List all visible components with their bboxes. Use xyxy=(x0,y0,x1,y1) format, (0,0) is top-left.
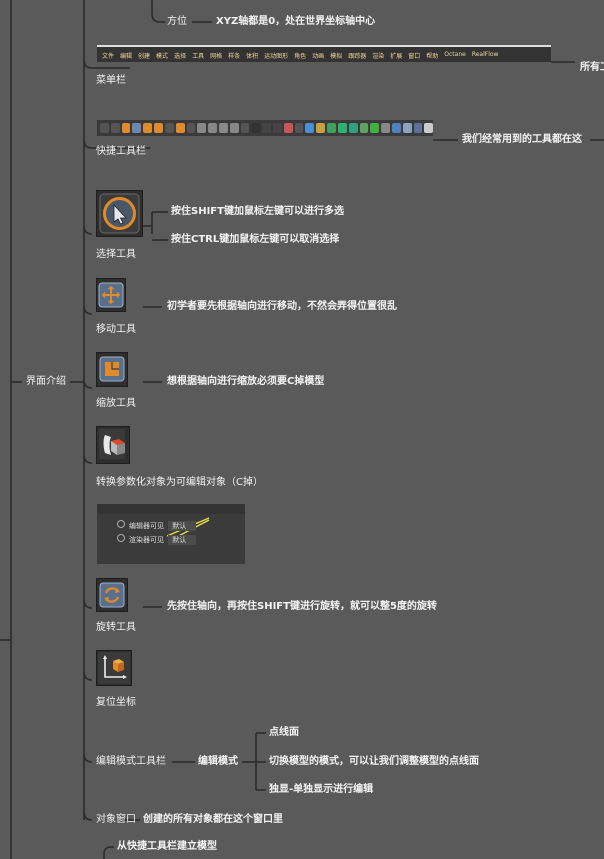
node-interface: 界面介绍 xyxy=(26,376,66,387)
node-convert: 转换参数化对象为可编辑对象（C掉） xyxy=(96,477,263,488)
node-quick-build: 从快捷工具栏建立模型 xyxy=(117,841,217,852)
node-select-desc1: 按住SHIFT键加鼠标左键可以进行多选 xyxy=(171,206,344,217)
select-tool-icon xyxy=(96,190,143,237)
menu-item: RealFlow xyxy=(471,51,499,58)
node-edit-toolbar: 编辑模式工具栏 xyxy=(96,756,166,767)
node-scale: 缩放工具 xyxy=(96,398,136,409)
node-move: 移动工具 xyxy=(96,324,136,335)
node-move-desc: 初学者要先根据轴向进行移动，不然会弄得位置很乱 xyxy=(167,301,397,312)
node-scale-desc: 想根据轴向进行缩放必须要C掉模型 xyxy=(167,376,325,387)
menu-item: 文件 xyxy=(102,53,115,60)
menu-item: 样条 xyxy=(228,53,241,60)
panel-row-2: 渲染器可见 默认 xyxy=(117,534,197,545)
menu-item: 跟踪器 xyxy=(348,53,367,60)
node-menubar: 菜单栏 xyxy=(96,75,126,86)
menu-item: 帮助 xyxy=(426,53,439,60)
menu-item: 动画 xyxy=(312,53,325,60)
menu-item: 创建 xyxy=(138,53,151,60)
menu-item: 角色 xyxy=(294,53,307,60)
node-rotate-desc: 先按住轴向，再按住SHIFT键进行旋转，就可以整5度的旋转 xyxy=(167,601,437,612)
menu-item: 网格 xyxy=(210,53,223,60)
menubar-screenshot: 文件 编辑 创建 模式 选择 工具 网格 样条 体积 运动图形 角色 动画 模拟 跟踪器 渲染 扩展 窗口 帮助 O… xyxy=(97,45,551,62)
node-menubar-desc: 所有工 xyxy=(580,62,604,73)
panel-row-1: 编辑器可见 默认 xyxy=(117,520,197,531)
node-fangwei-desc: XYZ轴都是0，处在世界坐标轴中心 xyxy=(216,16,376,27)
menu-item: 选择 xyxy=(174,53,187,60)
node-select-desc2: 按住CTRL键加鼠标左键可以取消选择 xyxy=(171,234,340,245)
menu-item: 体积 xyxy=(246,53,259,60)
menu-item: 扩展 xyxy=(390,53,403,60)
menu-item: Octane xyxy=(444,51,466,58)
node-reset: 复位坐标 xyxy=(96,697,136,708)
node-edit-sub3: 独显-单独显示进行编辑 xyxy=(269,784,374,795)
node-edit-sub2: 切换模型的模式，可以让我们调整模型的点线面 xyxy=(269,756,479,767)
scale-tool-icon xyxy=(96,352,128,387)
quick-toolbar-screenshot xyxy=(97,120,434,136)
node-edit-mode: 编辑模式 xyxy=(198,756,238,767)
node-select: 选择工具 xyxy=(96,249,136,260)
node-edit-sub1: 点线面 xyxy=(269,727,299,738)
menu-item: 模式 xyxy=(156,53,169,60)
convert-object-icon xyxy=(96,426,130,464)
node-quicktool-desc: 我们经常用到的工具都在这 xyxy=(462,134,582,145)
menu-item: 工具 xyxy=(192,53,205,60)
move-tool-icon xyxy=(96,278,126,312)
node-rotate: 旋转工具 xyxy=(96,622,136,633)
menu-item: 渲染 xyxy=(372,53,385,60)
menu-item: 运动图形 xyxy=(264,53,289,60)
node-fangwei: 方位 xyxy=(167,16,187,27)
reset-coordinate-icon xyxy=(96,650,132,686)
menu-item: 窗口 xyxy=(408,53,421,60)
node-object-window: 对象窗口 xyxy=(96,814,136,825)
menu-item: 模拟 xyxy=(330,53,343,60)
visibility-panel-screenshot: 编辑器可见 默认 渲染器可见 默认 xyxy=(97,504,245,564)
node-quicktool: 快捷工具栏 xyxy=(96,146,146,157)
node-object-window-desc: 创建的所有对象都在这个窗口里 xyxy=(143,814,283,825)
rotate-tool-icon xyxy=(96,578,128,612)
menu-item: 编辑 xyxy=(120,53,133,60)
